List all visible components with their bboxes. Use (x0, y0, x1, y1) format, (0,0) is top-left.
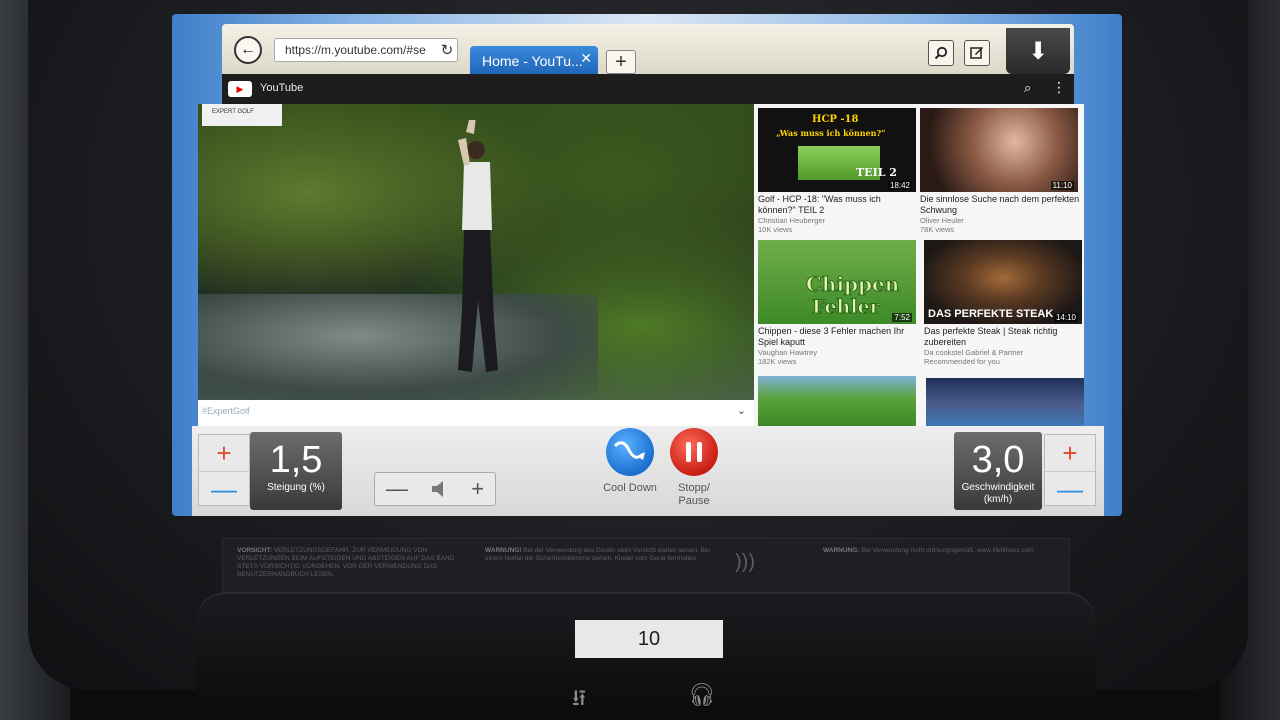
view-count: 78K views (920, 225, 955, 234)
thumbnail-text: Chippen (805, 272, 900, 297)
speed-display: 3,0 Geschwindigkeit (km/h) (954, 432, 1042, 510)
search-icon (934, 46, 948, 60)
pause-label: Stopp/ Pause (678, 482, 710, 507)
list-item[interactable]: DAS PERFEKTE STEAK 14:10 Das perfekte St… (924, 240, 1084, 366)
video-thumbnail (758, 376, 916, 426)
video-water-reflection (198, 294, 598, 400)
url-input[interactable]: https://m.youtube.com/#se (274, 38, 458, 62)
more-icon[interactable]: ⋮ (1052, 79, 1066, 96)
thumbnail-text: „Was muss ich können?“ (776, 128, 886, 138)
thumbnail-text: HCP -18 (812, 114, 859, 125)
list-item[interactable]: 11:10 Die sinnlose Suche nach dem perfek… (920, 108, 1080, 234)
back-button[interactable]: ← (234, 36, 262, 64)
channel-name: Oliver Heuler (920, 216, 964, 225)
edit-icon (970, 47, 983, 59)
console-screen: ← https://m.youtube.com/#se ↻ Home - You… (172, 14, 1122, 516)
thumbnail-text: TEIL 2 (856, 166, 897, 179)
golfer-figure (458, 120, 498, 372)
warning-title: WARNUNG: (823, 547, 860, 554)
video-thumbnail: 11:10 (920, 108, 1078, 192)
youtube-logo-icon[interactable]: ▶ (228, 81, 252, 97)
warning-block: VORSICHT: VERLETZUNGSGEFAHR. ZUR VERMEID… (237, 547, 477, 597)
video-title: Die sinnlose Suche nach dem perfekten Sc… (920, 194, 1080, 215)
incline-display: 1,5 Steigung (%) (250, 432, 342, 510)
browser-toolbar: ← https://m.youtube.com/#se ↻ Home - You… (222, 24, 1074, 80)
youtube-header: ▶ YouTube ⌕ ⋮ (222, 74, 1074, 104)
back-arrow-icon: ← (240, 41, 256, 58)
speed-label: Geschwindigkeit (km/h) (961, 482, 1035, 505)
download-button[interactable]: ⬇ (1006, 28, 1070, 74)
thumbnail-text: DAS PERFEKTE STEAK (928, 308, 1054, 320)
speed-stepper: + — (1044, 434, 1096, 506)
video-thumbnail (926, 378, 1084, 426)
video-thumbnail: Chippen Fehler 7:52 (758, 240, 916, 324)
download-icon: ⬇ (1027, 37, 1049, 65)
channel-name: Da cookstel Gabriel & Partner (924, 348, 1024, 357)
find-button[interactable] (928, 40, 954, 66)
machine-number-label: 10 (575, 620, 723, 658)
speed-value: 3,0 (971, 439, 1025, 481)
new-tab-button[interactable]: + (606, 50, 636, 74)
pause-button[interactable] (670, 428, 718, 476)
reload-icon[interactable]: ↻ (438, 38, 456, 62)
channel-name: Vaughan Hawtrey (758, 348, 818, 357)
duration-badge: 14:10 (1053, 313, 1078, 322)
warning-title: WARNUNG! (485, 547, 522, 554)
volume-down-button[interactable]: — (386, 476, 408, 502)
cooldown-label: Cool Down (603, 482, 657, 494)
video-meta-bar: #ExpertGolf ⌄ (198, 400, 754, 426)
video-thumbnail: DAS PERFEKTE STEAK 14:10 (924, 240, 1082, 324)
usb-icon[interactable]: ⭿ (572, 682, 586, 720)
view-count: Recommended for you (924, 357, 1000, 366)
speed-minus-button[interactable]: — (1045, 471, 1095, 507)
cooldown-button[interactable] (606, 428, 654, 476)
incline-label: Steigung (%) (267, 482, 325, 493)
video-title: Chippen - diese 3 Fehler machen Ihr Spie… (758, 326, 905, 347)
warning-title: VORSICHT: (237, 547, 273, 554)
thumbnail-text: Fehler (812, 296, 881, 319)
video-title: Golf - HCP -18: "Was muss ich können?" T… (758, 194, 881, 215)
warning-text: Bei Verwendung nicht ordnungsgemäß. www.… (861, 547, 1034, 554)
duration-badge: 7:52 (892, 313, 912, 322)
speed-plus-button[interactable]: + (1045, 435, 1095, 472)
chevron-down-icon[interactable]: ⌄ (737, 404, 746, 417)
channel-name: Christian Heuberger (758, 216, 826, 225)
nfc-icon: ))) (735, 551, 755, 573)
list-item[interactable]: HCP -18 „Was muss ich können?“ TEIL 2 18… (758, 108, 918, 234)
incline-stepper: + — (198, 434, 250, 506)
speaker-icon (431, 481, 443, 497)
tab-youtube-home[interactable]: Home - YouTu... ✕ (470, 46, 598, 76)
list-item[interactable] (926, 378, 1084, 426)
bookmark-button[interactable] (964, 40, 990, 66)
headphone-icon[interactable]: 🎧︎ (688, 682, 716, 708)
volume-control: — + (374, 472, 496, 506)
incline-plus-button[interactable]: + (199, 435, 249, 472)
cooldown-icon (613, 441, 645, 460)
duration-badge: 18:42 (887, 181, 912, 190)
incline-value: 1,5 (269, 439, 323, 481)
video-title: Das perfekte Steak | Steak richtig zuber… (924, 326, 1058, 347)
view-count: 10K views (758, 225, 793, 234)
treadmill-control-bar: + — 1,5 Steigung (%) — + Cool Down Stopp… (192, 426, 1104, 516)
pause-icon (686, 442, 702, 462)
duration-badge: 11:10 (1050, 181, 1074, 190)
video-hashtag[interactable]: #ExpertGolf (202, 406, 250, 416)
tab-title: Home - YouTu... (482, 53, 583, 69)
tab-close-icon[interactable]: ✕ (580, 50, 592, 67)
recommendations-list: HCP -18 „Was muss ich können?“ TEIL 2 18… (754, 104, 1084, 426)
warning-block: WARNUNG: Bei Verwendung nicht ordnungsge… (823, 547, 1059, 597)
video-brand-logo: EXPERT GOLF (202, 104, 282, 126)
youtube-title: YouTube (260, 82, 304, 94)
incline-minus-button[interactable]: — (199, 471, 249, 507)
video-thumbnail: HCP -18 „Was muss ich können?“ TEIL 2 18… (758, 108, 916, 192)
list-item[interactable]: Chippen Fehler 7:52 Chippen - diese 3 Fe… (758, 240, 918, 366)
video-player[interactable]: EXPERT GOLF (198, 104, 754, 400)
volume-up-button[interactable]: + (471, 476, 484, 502)
view-count: 182K views (758, 357, 797, 366)
search-icon[interactable]: ⌕ (1024, 80, 1031, 96)
warning-block: WARNUNG! Bei der Verwendung des Geräts s… (485, 547, 715, 597)
list-item[interactable] (758, 376, 918, 426)
